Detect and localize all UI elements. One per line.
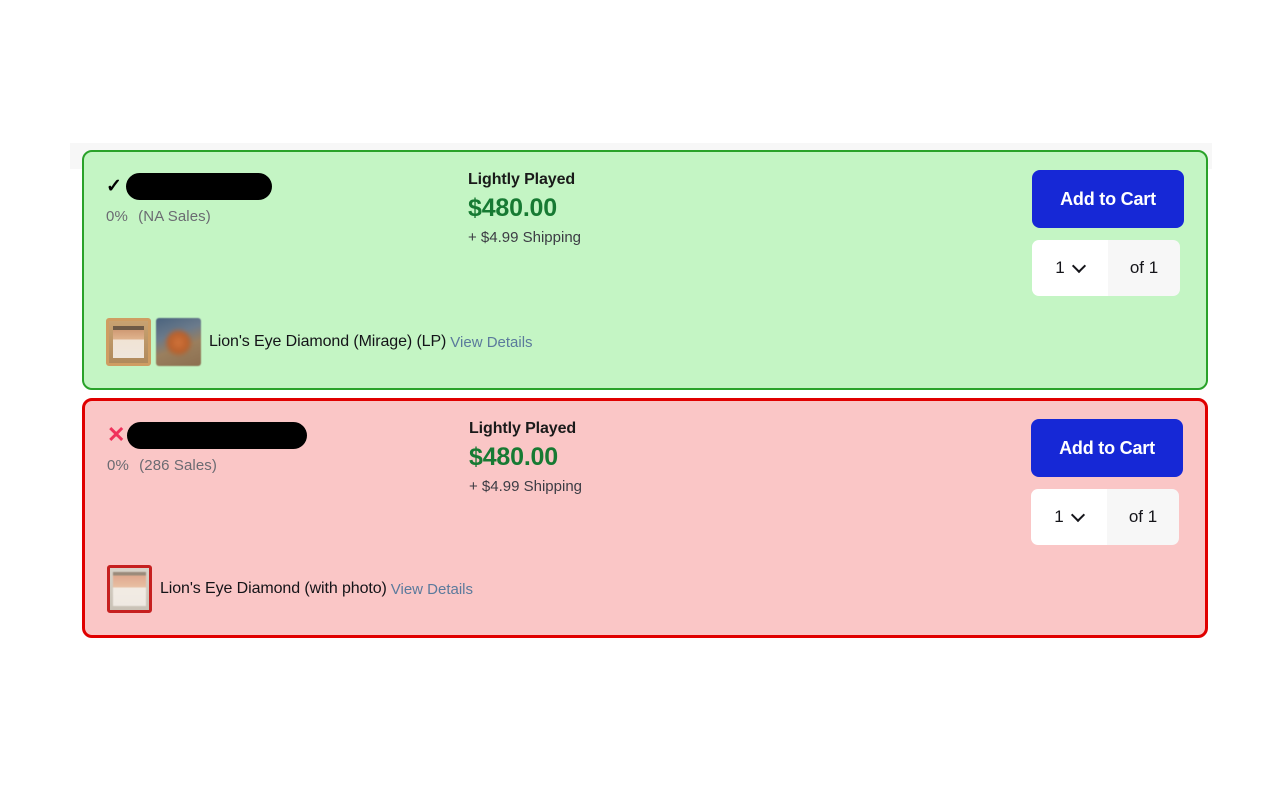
product-name: Lion's Eye Diamond (Mirage) (LP) — [209, 333, 447, 350]
seller-info: ✓ 0% (NA Sales) — [106, 170, 368, 225]
product-thumbnails — [106, 318, 201, 366]
price-info: Lightly Played $480.00 + $4.99 Shipping — [368, 170, 1032, 246]
listing-top-row: ✕ 0% (286 Sales) Lightly Played $480.00 … — [107, 419, 1183, 545]
quantity-control: 1 of 1 — [1031, 489, 1179, 545]
add-to-cart-button[interactable]: Add to Cart — [1031, 419, 1183, 477]
seller-rating-percent: 0% — [106, 208, 128, 225]
card-redborder-thumbnail[interactable] — [107, 565, 152, 613]
chevron-down-icon — [1074, 261, 1085, 272]
seller-rating-row: 0% (NA Sales) — [106, 208, 368, 225]
price-value: $480.00 — [469, 443, 558, 472]
product-thumbnails — [107, 565, 152, 613]
price-value: $480.00 — [468, 194, 557, 223]
seller-sales-count: (286 Sales) — [139, 457, 217, 474]
listing-card-available[interactable]: ✓ 0% (NA Sales) Lightly Played $480.00 +… — [82, 150, 1208, 390]
condition-label: Lightly Played — [469, 420, 577, 437]
seller-info: ✕ 0% (286 Sales) — [107, 419, 369, 474]
view-details-link[interactable]: View Details — [391, 581, 473, 598]
shipping-cost: + $4.99 Shipping — [469, 477, 583, 495]
quantity-select[interactable]: 1 — [1031, 489, 1107, 545]
listing-card-flagged[interactable]: ✕ 0% (286 Sales) Lightly Played $480.00 … — [82, 398, 1208, 638]
seller-name-line: ✓ — [106, 172, 368, 200]
page-root: ✓ 0% (NA Sales) Lightly Played $480.00 +… — [0, 0, 1280, 800]
quantity-control: 1 of 1 — [1032, 240, 1180, 296]
seller-name-redaction — [127, 421, 307, 449]
listing-actions: Add to Cart 1 of 1 — [1032, 170, 1184, 296]
chevron-down-icon — [1073, 510, 1084, 521]
check-icon: ✓ — [106, 175, 122, 197]
seller-rating-row: 0% (286 Sales) — [107, 457, 369, 474]
card-front-thumbnail[interactable] — [106, 318, 151, 366]
product-name: Lion's Eye Diamond (with photo) — [160, 580, 387, 597]
quantity-available-label: of 1 — [1107, 489, 1179, 545]
cross-icon: ✕ — [107, 422, 126, 447]
product-summary-row: Lion's Eye Diamond (Mirage) (LP) View De… — [106, 318, 533, 366]
quantity-value: 1 — [1054, 507, 1064, 526]
product-summary-row: Lion's Eye Diamond (with photo) View Det… — [107, 565, 473, 613]
listing-results: ✓ 0% (NA Sales) Lightly Played $480.00 +… — [82, 150, 1208, 638]
view-details-link[interactable]: View Details — [450, 334, 532, 351]
shipping-cost: + $4.99 Shipping — [468, 228, 582, 246]
seller-name-redaction — [126, 172, 272, 200]
quantity-value: 1 — [1055, 258, 1065, 277]
listing-top-row: ✓ 0% (NA Sales) Lightly Played $480.00 +… — [106, 170, 1184, 296]
quantity-available-label: of 1 — [1108, 240, 1180, 296]
quantity-select[interactable]: 1 — [1032, 240, 1108, 296]
condition-label: Lightly Played — [468, 171, 576, 188]
price-info: Lightly Played $480.00 + $4.99 Shipping — [369, 419, 1031, 495]
seller-rating-percent: 0% — [107, 457, 129, 474]
add-to-cart-button[interactable]: Add to Cart — [1032, 170, 1184, 228]
seller-name-line: ✕ — [107, 421, 369, 449]
card-photo-thumbnail[interactable] — [156, 318, 201, 366]
seller-sales-count: (NA Sales) — [138, 208, 211, 225]
listing-actions: Add to Cart 1 of 1 — [1031, 419, 1183, 545]
